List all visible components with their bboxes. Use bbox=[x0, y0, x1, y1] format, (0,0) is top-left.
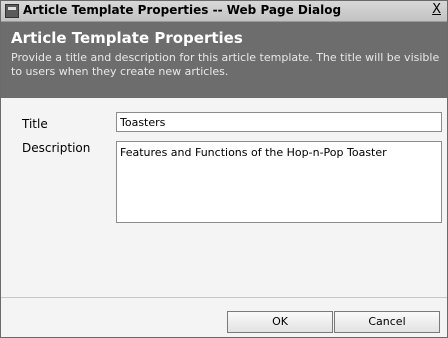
close-button[interactable]: X bbox=[432, 2, 441, 17]
title-bar[interactable]: Article Template Properties -- Web Page … bbox=[1, 1, 447, 22]
description-label: Description bbox=[22, 141, 91, 155]
header-description: Provide a title and description for this… bbox=[11, 51, 440, 78]
dialog-header: Article Template Properties Provide a ti… bbox=[1, 22, 447, 98]
ok-button[interactable]: OK bbox=[227, 311, 333, 333]
window-title: Article Template Properties -- Web Page … bbox=[23, 3, 342, 17]
title-label: Title bbox=[22, 117, 48, 131]
dialog-window: Article Template Properties -- Web Page … bbox=[0, 0, 448, 338]
footer-divider bbox=[1, 297, 447, 298]
cancel-button[interactable]: Cancel bbox=[334, 311, 440, 333]
description-textarea[interactable]: Features and Functions of the Hop-n-Pop … bbox=[116, 141, 442, 223]
dialog-app-icon bbox=[5, 4, 19, 18]
title-input[interactable] bbox=[116, 112, 442, 132]
header-title: Article Template Properties bbox=[11, 29, 243, 47]
